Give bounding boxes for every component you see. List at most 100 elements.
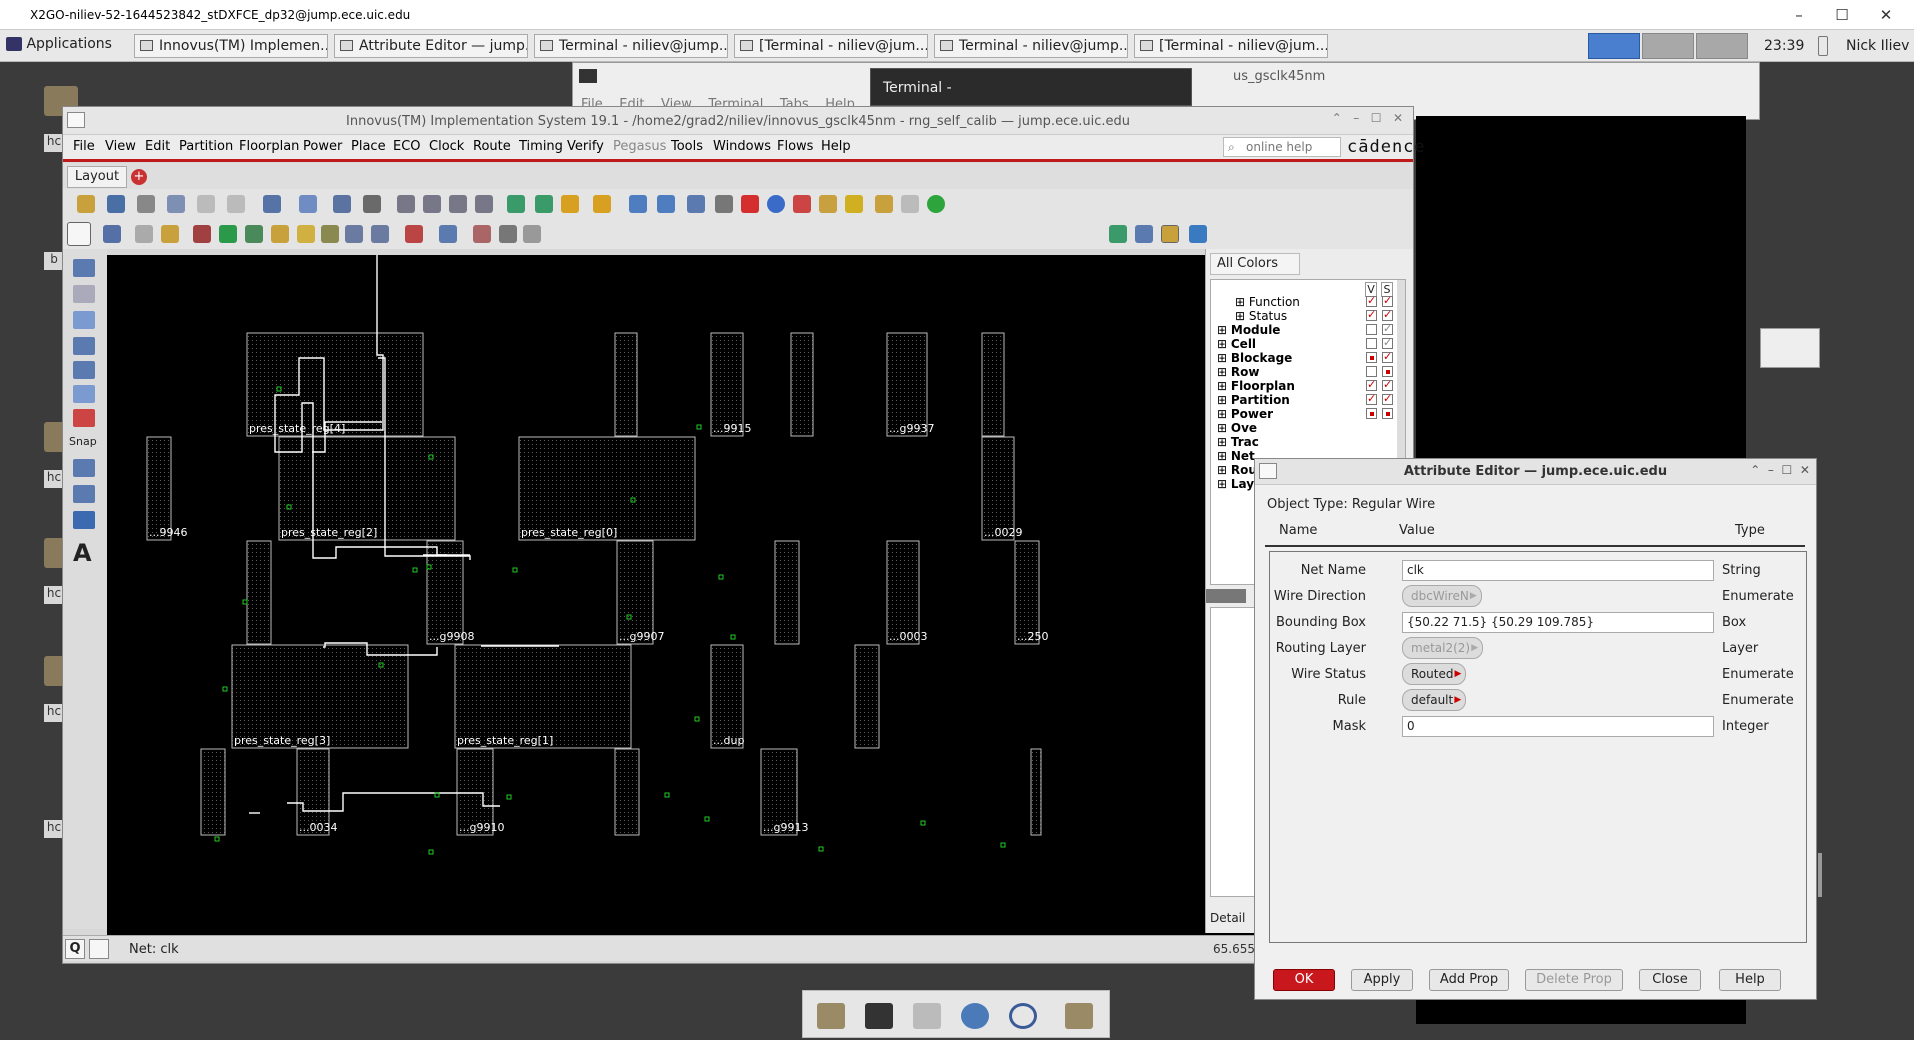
selectable-checkbox[interactable] (1382, 322, 1393, 335)
attribute-value-dropdown[interactable]: dbcWireN ▶ (1402, 585, 1482, 607)
flip-icon[interactable] (629, 195, 647, 213)
zoom-in-icon[interactable] (423, 195, 441, 213)
highlight-icon[interactable] (299, 195, 317, 213)
trim-icon[interactable] (499, 225, 517, 243)
home-folder-icon[interactable] (817, 1003, 845, 1029)
pencil-icon[interactable] (161, 225, 179, 243)
attribute-value-dropdown[interactable]: default ▶ (1402, 689, 1467, 711)
web-browser-icon[interactable] (961, 1003, 989, 1029)
selectable-checkbox[interactable] (1382, 366, 1393, 377)
group-icon[interactable] (271, 225, 289, 243)
attribute-value-field[interactable]: clk (1402, 560, 1714, 581)
zoom-fit-icon[interactable] (397, 195, 415, 213)
menu-pegasus[interactable]: Pegasus (613, 139, 666, 154)
notes-icon[interactable] (901, 195, 919, 213)
add-wire-icon[interactable] (193, 225, 211, 243)
all-colors-button[interactable]: All Colors (1210, 253, 1300, 275)
expand-icon[interactable]: ⊞ (1235, 309, 1249, 323)
terminal-icon[interactable] (865, 1003, 893, 1029)
workspace-3[interactable] (1696, 33, 1748, 59)
folder-icon[interactable] (1065, 1003, 1093, 1029)
std-cell[interactable] (454, 644, 632, 749)
refresh-icon[interactable] (535, 195, 553, 213)
std-cell[interactable] (774, 540, 800, 645)
expand-icon[interactable]: ⊞ (1217, 323, 1231, 337)
layout-canvas[interactable]: pres_state_reg[4] pres_state_reg[2] pres_s… (107, 255, 1257, 935)
resize-icon[interactable] (371, 225, 389, 243)
route-icon[interactable] (845, 195, 863, 213)
expand-icon[interactable]: ⊞ (1217, 435, 1231, 449)
menu-edit[interactable]: Edit (145, 139, 170, 154)
workspace-1[interactable] (1588, 33, 1640, 59)
user-name[interactable]: Nick Iliev (1846, 38, 1909, 54)
visible-checkbox[interactable] (1366, 408, 1377, 419)
zoom-area-icon[interactable] (475, 195, 493, 213)
wire-tool-icon[interactable] (73, 259, 95, 277)
copy-icon[interactable] (135, 225, 153, 243)
snap-toggle[interactable]: Snap (69, 435, 97, 448)
align-tool-icon[interactable] (73, 385, 95, 403)
expand-icon[interactable]: ⊞ (1217, 449, 1231, 463)
save-icon[interactable] (107, 195, 125, 213)
menu-floorplan[interactable]: Floorplan (239, 139, 299, 154)
taskbar-item-terminal-4[interactable]: [Terminal - niliev@jum... (1134, 34, 1328, 58)
minimize-icon[interactable]: – (1787, 6, 1811, 24)
menu-route[interactable]: Route (473, 139, 511, 154)
key-icon[interactable] (593, 195, 611, 213)
std-cell[interactable] (981, 436, 1015, 541)
cut-icon[interactable] (405, 225, 423, 243)
measure-icon[interactable] (819, 195, 837, 213)
ruler-icon[interactable] (333, 195, 351, 213)
expand-icon[interactable]: ⊞ (1217, 337, 1231, 351)
stretch-tool-icon[interactable] (73, 459, 95, 477)
std-cell[interactable] (790, 332, 814, 437)
pointer-select-icon[interactable] (67, 222, 91, 246)
info-icon[interactable] (767, 195, 785, 213)
align-icon[interactable] (523, 225, 541, 243)
menu-help[interactable]: Help (821, 139, 851, 154)
std-cell[interactable] (278, 436, 456, 541)
menu-timing[interactable]: Timing (519, 139, 563, 154)
redo-icon[interactable] (227, 195, 245, 213)
overlay-icon[interactable] (1135, 225, 1153, 243)
expand-icon[interactable]: ⊞ (1217, 407, 1231, 421)
taskbar-item-attribute-editor[interactable]: Attribute Editor — jump... (334, 34, 528, 58)
taskbar-item-terminal-2[interactable]: [Terminal - niliev@jum... (734, 34, 928, 58)
std-cell[interactable] (854, 644, 880, 749)
std-cell[interactable] (231, 644, 409, 749)
menu-clock[interactable]: Clock (429, 139, 464, 154)
hierarchy-icon[interactable] (715, 195, 733, 213)
applications-menu[interactable]: Applications (6, 36, 112, 52)
std-cell[interactable] (1030, 748, 1042, 836)
visible-checkbox[interactable] (1366, 352, 1377, 363)
ungroup-icon[interactable] (297, 225, 315, 243)
menu-windows[interactable]: Windows (713, 139, 771, 154)
expand-icon[interactable]: ⊞ (1217, 463, 1231, 477)
selectable-checkbox[interactable] (1382, 336, 1393, 349)
ruler-tool-icon[interactable] (73, 485, 95, 503)
merge-icon[interactable] (473, 225, 491, 243)
horizontal-tool-icon[interactable] (73, 337, 95, 355)
visible-checkbox[interactable] (1366, 392, 1377, 405)
save-as-icon[interactable] (167, 195, 185, 213)
split-icon[interactable] (439, 225, 457, 243)
ok-button[interactable]: OK (1273, 969, 1335, 991)
redraw-icon[interactable] (561, 195, 579, 213)
std-cell[interactable] (981, 332, 1005, 437)
taskbar-item-innovus[interactable]: Innovus(TM) Implemen... (134, 34, 328, 58)
expand-icon[interactable]: ⊞ (1217, 351, 1231, 365)
view-options-icon[interactable] (1189, 225, 1207, 243)
expand-icon[interactable]: ⊞ (1217, 421, 1231, 435)
std-cell[interactable] (518, 436, 696, 541)
selectable-checkbox[interactable] (1382, 392, 1393, 405)
file-manager-icon[interactable] (913, 1003, 941, 1029)
help-button[interactable]: Help (1719, 969, 1781, 991)
resize-handle[interactable] (1818, 853, 1822, 897)
zoom-select-icon[interactable] (507, 195, 525, 213)
apply-button[interactable]: Apply (1351, 969, 1413, 991)
std-cell[interactable] (886, 540, 920, 645)
expand-icon[interactable]: ⊞ (1217, 365, 1231, 379)
menu-verify[interactable]: Verify (567, 139, 604, 154)
std-cell[interactable] (614, 332, 638, 437)
window-controls[interactable]: ⌃ – ☐ ✕ (1750, 463, 1810, 477)
